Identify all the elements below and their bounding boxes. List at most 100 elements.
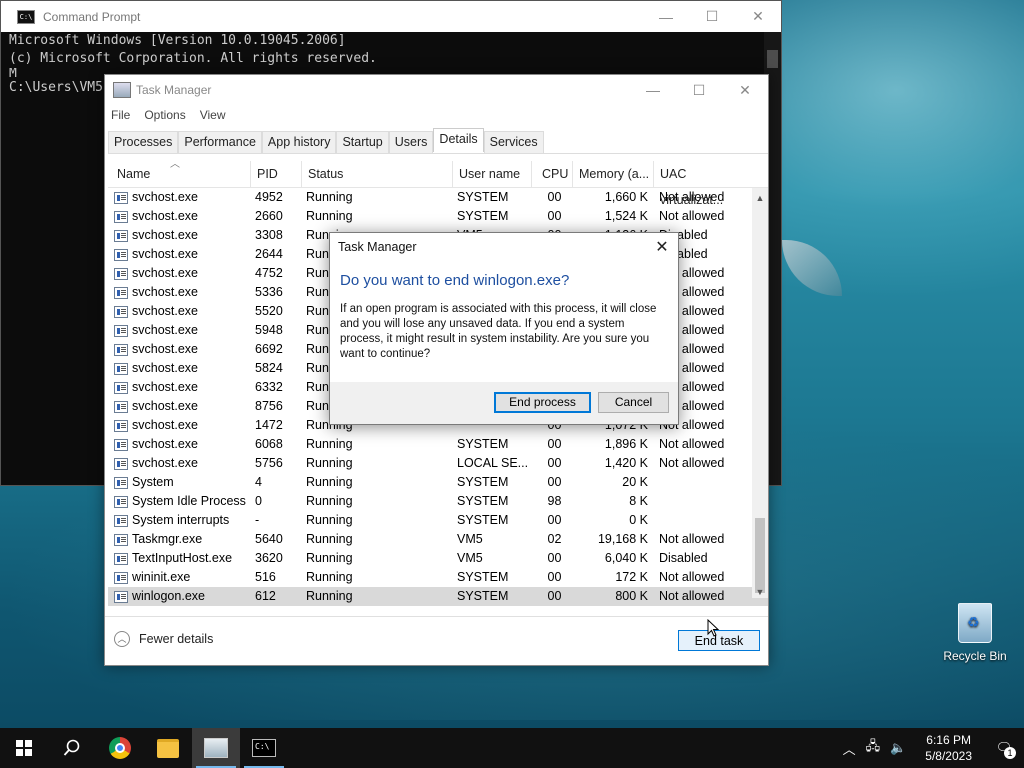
search-button[interactable] bbox=[48, 728, 96, 768]
process-memory: 6,040 K bbox=[604, 551, 648, 565]
process-icon bbox=[114, 419, 128, 432]
process-status: Running bbox=[306, 475, 353, 489]
volume-icon[interactable]: 🔈 bbox=[890, 740, 906, 756]
process-icon bbox=[114, 552, 128, 565]
dialog-titlebar[interactable]: Task Manager ✕ bbox=[330, 233, 678, 261]
process-user: VM5 bbox=[457, 551, 483, 565]
maximize-button[interactable]: ☐ bbox=[676, 75, 722, 106]
process-icon bbox=[114, 457, 128, 470]
command-prompt-titlebar[interactable]: C:\ Command Prompt — ☐ ✕ bbox=[1, 1, 781, 32]
recycle-bin-shortcut[interactable]: Recycle Bin bbox=[940, 603, 1010, 663]
cancel-button[interactable]: Cancel bbox=[598, 392, 669, 413]
process-name: svchost.exe bbox=[108, 245, 251, 264]
process-memory: 1,660 K bbox=[604, 190, 648, 204]
column-status[interactable]: Status bbox=[302, 161, 453, 187]
table-row[interactable]: TextInputHost.exe 3620 Running VM5 00 6,040 K… bbox=[108, 549, 768, 568]
process-pid: 3308 bbox=[255, 228, 283, 242]
end-process-button[interactable]: End process bbox=[494, 392, 591, 413]
tab-services[interactable]: Services bbox=[483, 131, 544, 153]
process-status: Running bbox=[306, 190, 353, 204]
process-icon bbox=[114, 514, 128, 527]
process-status: Running bbox=[306, 494, 353, 508]
scrollbar-thumb[interactable] bbox=[755, 518, 765, 593]
network-icon[interactable]: 🖧 bbox=[866, 737, 881, 759]
table-row[interactable]: System 4 Running SYSTEM 00 20 K bbox=[108, 473, 768, 492]
command-prompt-title: Command Prompt bbox=[43, 9, 141, 24]
process-pid: 4752 bbox=[255, 266, 283, 280]
fewer-details-button[interactable]: ︿ Fewer details bbox=[114, 631, 213, 647]
column-name[interactable]: Name ︿ bbox=[108, 159, 251, 187]
process-pid: 1472 bbox=[255, 418, 283, 432]
process-cpu: 00 bbox=[547, 551, 562, 565]
task-manager-titlebar[interactable]: Task Manager — ☐ ✕ bbox=[105, 75, 768, 105]
process-pid: 5640 bbox=[255, 532, 283, 546]
scroll-down-icon[interactable]: ▼ bbox=[752, 584, 768, 600]
process-name: System bbox=[108, 473, 251, 492]
table-scrollbar[interactable]: ▲ ▼ bbox=[752, 188, 768, 598]
recycle-bin-icon bbox=[958, 603, 992, 643]
table-row[interactable]: System interrupts - Running SYSTEM 00 0 K bbox=[108, 511, 768, 530]
tab-users[interactable]: Users bbox=[388, 131, 434, 153]
process-name: svchost.exe bbox=[108, 226, 251, 245]
table-row[interactable]: winlogon.exe 612 Running SYSTEM 00 800 K Not a… bbox=[108, 587, 768, 606]
minimize-button[interactable]: — bbox=[630, 75, 676, 106]
process-name: Taskmgr.exe bbox=[108, 530, 251, 549]
process-icon bbox=[114, 590, 128, 603]
menu-options[interactable]: Options bbox=[144, 108, 185, 122]
taskbar-task-manager[interactable] bbox=[192, 728, 240, 768]
taskbar-file-explorer[interactable] bbox=[144, 728, 192, 768]
column-user-name[interactable]: User name bbox=[453, 161, 532, 187]
clock[interactable]: 6:16 PM 5/8/2023 bbox=[925, 732, 972, 764]
table-row[interactable]: System Idle Process 0 Running SYSTEM 98 8 K bbox=[108, 492, 768, 511]
process-uac: Not allowed bbox=[659, 589, 725, 603]
process-pid: 6332 bbox=[255, 380, 283, 394]
column-cpu[interactable]: CPU bbox=[532, 161, 573, 187]
table-row[interactable]: wininit.exe 516 Running SYSTEM 00 172 K Not al… bbox=[108, 568, 768, 587]
scroll-up-icon[interactable]: ▲ bbox=[752, 190, 768, 206]
process-pid: 8756 bbox=[255, 399, 283, 413]
process-cpu: 98 bbox=[547, 494, 562, 508]
minimize-button[interactable]: — bbox=[643, 1, 689, 32]
action-center-button[interactable]: 🗨 1 bbox=[984, 728, 1024, 768]
process-name: svchost.exe bbox=[108, 378, 251, 397]
column-memory[interactable]: Memory (a... bbox=[573, 161, 654, 187]
close-icon[interactable]: ✕ bbox=[646, 237, 678, 257]
process-pid: 6692 bbox=[255, 342, 283, 356]
close-button[interactable]: ✕ bbox=[722, 75, 768, 106]
menu-view[interactable]: View bbox=[200, 108, 226, 122]
end-process-dialog[interactable]: Task Manager ✕ Do you want to end winlog… bbox=[329, 232, 679, 425]
tab-app-history[interactable]: App history bbox=[261, 131, 337, 153]
start-button[interactable] bbox=[0, 728, 48, 768]
process-pid: 0 bbox=[255, 494, 262, 508]
process-cpu: 00 bbox=[547, 589, 562, 603]
task-manager-footer: ︿ Fewer details End task bbox=[105, 616, 768, 665]
close-button[interactable]: ✕ bbox=[735, 1, 781, 32]
tab-processes[interactable]: Processes bbox=[108, 131, 179, 153]
tab-startup[interactable]: Startup bbox=[336, 131, 389, 153]
taskbar-command-prompt[interactable]: C:\ bbox=[240, 728, 288, 768]
scrollbar-thumb[interactable] bbox=[767, 50, 778, 68]
dialog-heading: Do you want to end winlogon.exe? bbox=[340, 272, 570, 289]
taskbar: C:\ ︿ 🖧 🔈 6:16 PM 5/8/2023 🗨 1 bbox=[0, 728, 1024, 768]
tab-performance[interactable]: Performance bbox=[178, 131, 262, 153]
column-uac[interactable]: UAC virtualizat... bbox=[654, 161, 752, 207]
maximize-button[interactable]: ☐ bbox=[689, 1, 735, 32]
process-cpu: 00 bbox=[547, 570, 562, 584]
process-icon bbox=[114, 286, 128, 299]
process-icon bbox=[114, 476, 128, 489]
column-pid[interactable]: PID bbox=[251, 161, 302, 187]
tab-details[interactable]: Details bbox=[433, 128, 484, 152]
process-name: svchost.exe bbox=[108, 207, 251, 226]
menu-file[interactable]: File bbox=[111, 108, 130, 122]
process-name: System Idle Process bbox=[108, 492, 251, 511]
process-uac: Disabled bbox=[659, 551, 708, 565]
taskbar-chrome[interactable] bbox=[96, 728, 144, 768]
process-name: svchost.exe bbox=[108, 454, 251, 473]
table-row[interactable]: Taskmgr.exe 5640 Running VM5 02 19,168 K Not a… bbox=[108, 530, 768, 549]
table-row[interactable]: svchost.exe 5756 Running LOCAL SE... 00 1,420… bbox=[108, 454, 768, 473]
table-row[interactable]: svchost.exe 6068 Running SYSTEM 00 1,896 K Not… bbox=[108, 435, 768, 454]
chevron-up-icon[interactable]: ︿ bbox=[843, 739, 856, 758]
process-icon bbox=[114, 381, 128, 394]
task-manager-title: Task Manager bbox=[136, 83, 212, 97]
process-name: svchost.exe bbox=[108, 264, 251, 283]
